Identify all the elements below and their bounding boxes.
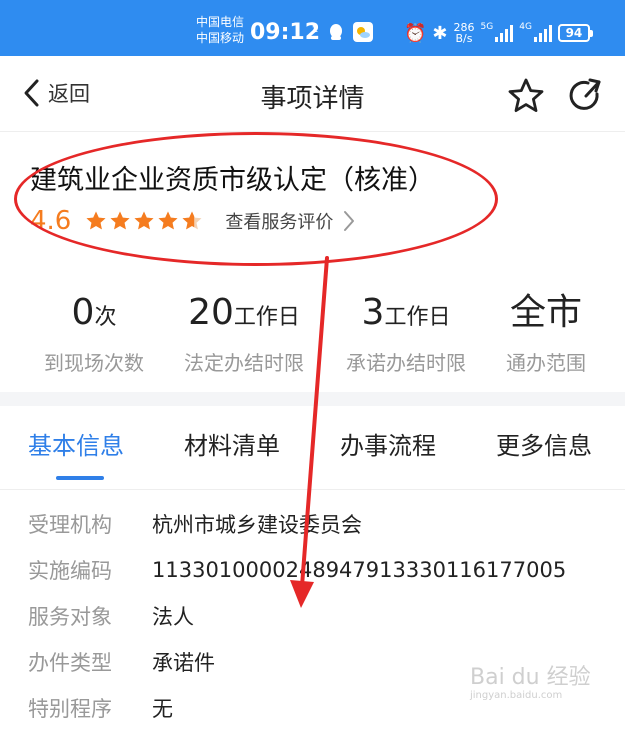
signal-icon xyxy=(495,24,514,42)
stat-label: 到现场次数 xyxy=(44,351,144,375)
stat-value: 全市 xyxy=(509,292,582,333)
info-label: 办件类型 xyxy=(28,651,112,675)
share-button[interactable] xyxy=(566,76,606,120)
watermark-url: jingyan.baidu.com xyxy=(470,690,563,701)
rating-score: 4.6 xyxy=(30,206,72,236)
info-row: 服务对象 法人 xyxy=(28,598,194,634)
bluetooth-icon: ✱ xyxy=(432,22,448,44)
stat-item: 全市 通办范围 xyxy=(468,292,624,376)
stat-value: 3 xyxy=(361,292,385,333)
watermark-brand: Bai du 经验 xyxy=(470,665,591,690)
info-row: 办件类型 承诺件 xyxy=(28,644,215,680)
info-label: 实施编码 xyxy=(28,559,112,583)
active-tab-indicator xyxy=(56,476,104,480)
star-outline-icon xyxy=(508,78,544,112)
tab-basic-info[interactable]: 基本信息 xyxy=(28,426,124,461)
info-row: 特别程序 无 xyxy=(28,690,173,726)
rating-star-icon xyxy=(158,211,178,230)
stat-label: 通办范围 xyxy=(506,351,586,375)
tab-more-info[interactable]: 更多信息 xyxy=(496,426,592,461)
section-divider xyxy=(0,392,625,406)
rating-stars xyxy=(85,210,203,232)
stat-unit: 工作日 xyxy=(384,305,451,330)
stat-value: 0 xyxy=(71,292,95,333)
info-value: 杭州市城乡建设委员会 xyxy=(152,513,362,537)
stats-bar: 0次 到现场次数 20工作日 法定办结时限 3工作日 承诺办结时限 全市 通办范… xyxy=(0,292,625,375)
carrier-bottom: 中国移动 xyxy=(196,31,245,45)
notification-icons: ᶻ xyxy=(312,22,373,48)
stat-label: 承诺办结时限 xyxy=(346,351,466,375)
info-row: 受理机构 杭州市城乡建设委员会 xyxy=(28,506,362,542)
weather-icon xyxy=(352,22,373,48)
view-reviews-link[interactable]: 查看服务评价 xyxy=(225,208,355,234)
info-label: 受理机构 xyxy=(28,513,112,537)
carrier-info: 中国电信 中国移动 xyxy=(196,14,244,46)
network-type-b: 4G xyxy=(519,22,532,32)
stat-item: 0次 到现场次数 xyxy=(16,292,172,376)
stat-label: 法定办结时限 xyxy=(184,351,304,375)
info-value: 1133010000248947913330116177005 xyxy=(152,558,567,582)
favorite-button[interactable] xyxy=(506,76,546,120)
stat-item: 3工作日 承诺办结时限 xyxy=(328,292,484,376)
status-time: 09:12 xyxy=(250,20,321,45)
network-type-a: 5G xyxy=(480,22,494,32)
battery-icon: 94 xyxy=(557,24,593,42)
info-value: 承诺件 xyxy=(152,651,215,675)
share-icon xyxy=(569,78,601,110)
annotation-ellipse xyxy=(14,132,498,266)
baidu-watermark: Bai du 经验 jingyan.baidu.com xyxy=(470,666,591,702)
stat-item: 20工作日 法定办结时限 xyxy=(166,292,322,376)
chevron-right-icon xyxy=(344,211,355,231)
speed-unit: B/s xyxy=(455,32,473,45)
alarm-icon: ⏰ xyxy=(404,22,427,44)
info-row: 实施编码 1133010000248947913330116177005 xyxy=(28,552,566,588)
nav-bar: 返回 事项详情 xyxy=(0,56,625,132)
info-label: 特别程序 xyxy=(28,697,112,721)
status-bar: 中国电信 中国移动 09:12 ᶻ ⏰ ✱ 286 B/s 5G 4G 94 xyxy=(0,0,625,56)
stat-unit: 工作日 xyxy=(233,305,300,330)
rating-star-icon xyxy=(182,211,202,230)
network-speed: 286 B/s xyxy=(454,22,475,44)
rating-star-icon xyxy=(134,211,154,230)
tab-process[interactable]: 办事流程 xyxy=(340,426,436,461)
info-value: 无 xyxy=(152,697,173,721)
carrier-top: 中国电信 xyxy=(196,15,245,29)
rating-star-icon xyxy=(110,211,130,230)
rating-star-icon xyxy=(86,211,106,230)
stat-value: 20 xyxy=(188,292,234,333)
tab-materials[interactable]: 材料清单 xyxy=(184,426,280,461)
app-notification-icon: ᶻ xyxy=(312,22,319,43)
tab-bar: 基本信息 材料清单 办事流程 更多信息 xyxy=(0,406,625,490)
stat-unit: 次 xyxy=(94,305,117,330)
review-link-label: 查看服务评价 xyxy=(225,212,334,233)
info-value: 法人 xyxy=(152,605,194,629)
signal-icon xyxy=(533,24,552,42)
rating-row: 4.6 查看服务评价 xyxy=(30,206,355,236)
system-status-icons: ⏰ ✱ 286 B/s 5G 4G 94 xyxy=(404,22,593,44)
item-title: 建筑业企业资质市级认定（核准） xyxy=(30,165,435,196)
info-label: 服务对象 xyxy=(28,605,112,629)
qq-icon xyxy=(327,22,345,48)
